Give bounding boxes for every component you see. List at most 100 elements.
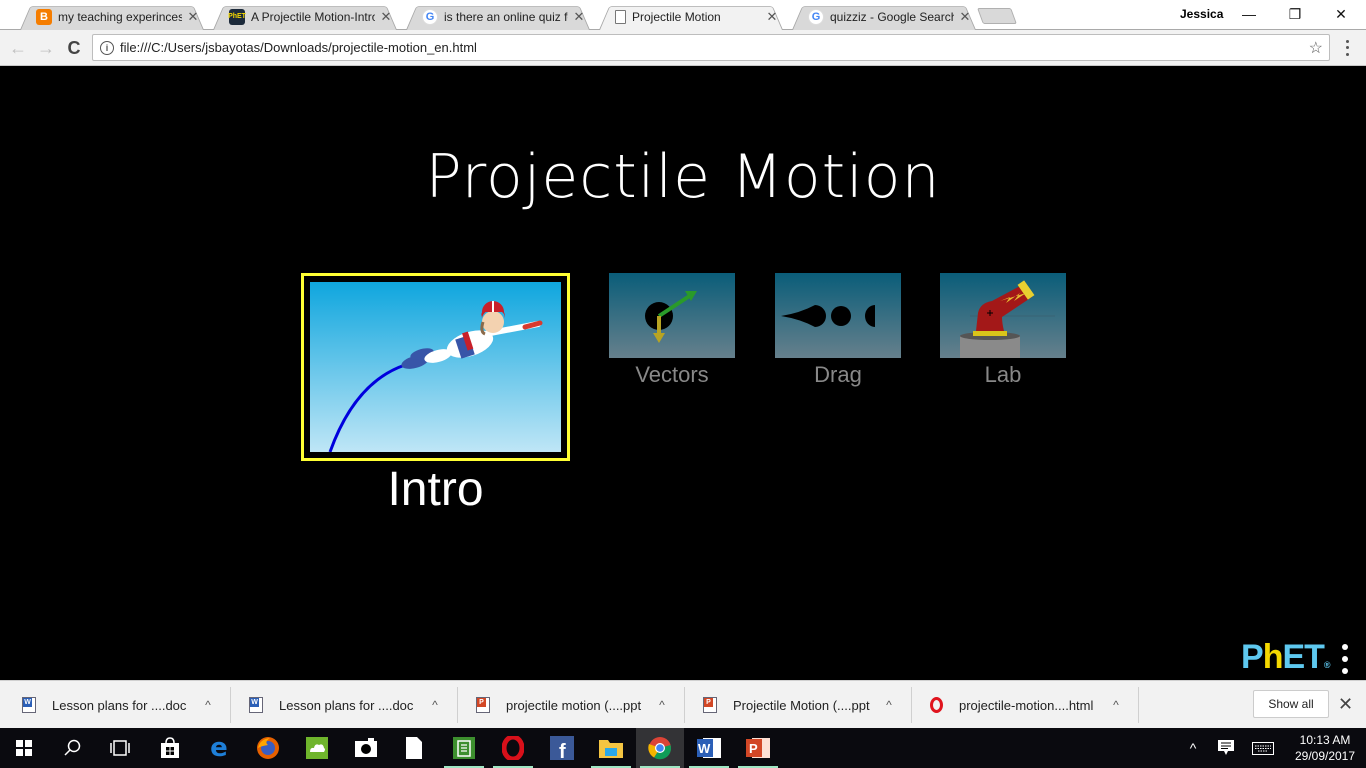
taskbar-cloud-app[interactable] xyxy=(293,728,341,768)
info-icon[interactable]: i xyxy=(100,40,114,55)
firefox-icon xyxy=(257,737,279,759)
browser-toolbar: ← → C i file:///C:/Users/jsbayotas/Downl… xyxy=(0,30,1366,66)
dot xyxy=(1342,668,1348,674)
facebook-icon: f xyxy=(550,736,574,760)
taskbar-file-explorer[interactable] xyxy=(587,728,635,768)
tab-strip: B my teaching experinces: ✕ PhET A Proje… xyxy=(0,0,1366,30)
tab-my-teaching[interactable]: B my teaching experinces: ✕ xyxy=(14,3,210,30)
close-tab-icon[interactable]: ✕ xyxy=(765,9,779,25)
download-item[interactable]: Lesson plans for ....doc ^ xyxy=(4,687,231,723)
download-item[interactable]: Lesson plans for ....doc ^ xyxy=(231,687,458,723)
show-all-button[interactable]: Show all xyxy=(1253,690,1329,718)
dot xyxy=(1342,656,1348,662)
drag-shapes-icon xyxy=(781,305,875,327)
download-item[interactable]: projectile motion (....ppt ^ xyxy=(458,687,685,723)
taskbar-opera[interactable] xyxy=(489,728,537,768)
download-item[interactable]: projectile-motion....html ^ xyxy=(912,687,1139,723)
tab-title: quizziz - Google Search xyxy=(830,9,954,24)
search-icon xyxy=(64,739,81,756)
reload-button[interactable]: C xyxy=(62,36,86,60)
back-button[interactable]: ← xyxy=(6,36,30,60)
download-shelf: Lesson plans for ....doc ^ Lesson plans … xyxy=(0,680,1366,728)
close-shelf-icon[interactable]: ✕ xyxy=(1338,694,1353,715)
clock-time: 10:13 AM xyxy=(1299,733,1351,747)
clock[interactable]: 10:13 AM 29/09/2017 xyxy=(1290,732,1360,764)
address-bar[interactable]: i file:///C:/Users/jsbayotas/Downloads/p… xyxy=(92,34,1330,61)
file-icon xyxy=(406,737,422,759)
notification-icon xyxy=(1218,740,1234,755)
phet-logo[interactable]: PhET® xyxy=(1241,638,1331,677)
restore-button[interactable]: ❐ xyxy=(1272,0,1318,28)
url-text[interactable]: file:///C:/Users/jsbayotas/Downloads/pro… xyxy=(120,40,477,55)
sim-title: Projectile Motion xyxy=(425,142,941,212)
screen-label-lab: Lab xyxy=(984,362,1022,387)
edge-icon: e xyxy=(210,733,228,763)
chevron-up-icon[interactable]: ^ xyxy=(425,698,445,712)
new-tab-button[interactable] xyxy=(977,8,1017,24)
screen-label-intro: Intro xyxy=(387,463,484,516)
close-tab-icon[interactable]: ✕ xyxy=(958,9,972,25)
touch-keyboard-button[interactable] xyxy=(1246,728,1280,768)
download-item[interactable]: Projectile Motion (....ppt ^ xyxy=(685,687,912,723)
screen-button-intro[interactable] xyxy=(301,273,570,461)
start-button[interactable] xyxy=(0,728,48,768)
download-name: Lesson plans for ....doc xyxy=(279,697,414,713)
taskbar-camera[interactable] xyxy=(342,728,390,768)
svg-text:W: W xyxy=(698,741,711,756)
minimize-button[interactable]: — xyxy=(1226,0,1272,28)
taskbar-firefox[interactable] xyxy=(244,728,292,768)
svg-text:P: P xyxy=(749,741,758,756)
taskbar-file[interactable] xyxy=(390,728,438,768)
powerpoint-file-icon xyxy=(703,697,717,713)
chevron-up-icon[interactable]: ^ xyxy=(879,698,899,712)
download-name: Lesson plans for ....doc xyxy=(52,697,187,713)
taskbar-edge[interactable]: e xyxy=(195,728,243,768)
close-window-button[interactable]: ✕ xyxy=(1318,0,1364,28)
camera-icon xyxy=(355,738,377,757)
close-tab-icon[interactable]: ✕ xyxy=(572,9,586,25)
cannon-icon xyxy=(960,280,1055,358)
bookmark-star-icon[interactable]: ☆ xyxy=(1309,38,1323,58)
powerpoint-icon: P xyxy=(746,738,770,758)
blogger-icon: B xyxy=(36,8,52,25)
powerpoint-file-icon xyxy=(476,697,490,713)
taskbar-notes[interactable] xyxy=(440,728,488,768)
task-view-button[interactable] xyxy=(96,728,144,768)
screen-button-vectors[interactable] xyxy=(609,273,735,358)
tab-online-quiz[interactable]: G is there an online quiz for ✕ xyxy=(400,3,596,30)
tab-title: my teaching experinces: xyxy=(58,9,182,24)
search-button[interactable] xyxy=(48,728,96,768)
taskbar-chrome[interactable] xyxy=(636,728,684,768)
phet-icon: PhET xyxy=(228,8,246,25)
dot xyxy=(1345,53,1349,57)
taskbar-word[interactable]: W xyxy=(685,728,733,768)
chrome-menu-button[interactable] xyxy=(1342,38,1352,58)
chevron-up-icon[interactable]: ^ xyxy=(198,698,218,712)
show-hidden-icons-button[interactable]: ^ xyxy=(1182,728,1204,768)
screen-button-lab[interactable] xyxy=(940,273,1066,358)
tab-quizziz-search[interactable]: G quizziz - Google Search ✕ xyxy=(786,3,982,30)
chevron-up-icon[interactable]: ^ xyxy=(652,698,672,712)
action-center-button[interactable] xyxy=(1212,728,1240,768)
word-icon: W xyxy=(697,738,721,758)
tab-title: A Projectile Motion-Intro xyxy=(251,9,375,24)
screen-button-drag[interactable] xyxy=(775,273,901,358)
dot xyxy=(1342,644,1348,650)
close-tab-icon[interactable]: ✕ xyxy=(379,9,393,25)
screen-label-vectors: Vectors xyxy=(635,362,709,387)
taskbar-powerpoint[interactable]: P xyxy=(734,728,782,768)
forward-button[interactable]: → xyxy=(34,36,58,60)
close-tab-icon[interactable]: ✕ xyxy=(186,9,200,25)
chevron-up-icon[interactable]: ^ xyxy=(1106,698,1126,712)
chrome-icon xyxy=(648,737,672,760)
phet-menu-button[interactable] xyxy=(1340,644,1350,674)
sim-home-screen: Projectile Motion Intro Vectors Drag Lab… xyxy=(0,66,1366,680)
document-icon xyxy=(615,9,626,24)
profile-name[interactable]: Jessica xyxy=(1180,7,1223,21)
tab-projectile-motion[interactable]: Projectile Motion ✕ xyxy=(593,3,789,30)
taskbar-store[interactable] xyxy=(146,728,194,768)
screen-label-drag: Drag xyxy=(814,362,862,387)
word-file-icon xyxy=(249,697,263,713)
taskbar-facebook[interactable]: f xyxy=(538,728,586,768)
tab-projectile-intro[interactable]: PhET A Projectile Motion-Intro ✕ xyxy=(207,3,403,30)
